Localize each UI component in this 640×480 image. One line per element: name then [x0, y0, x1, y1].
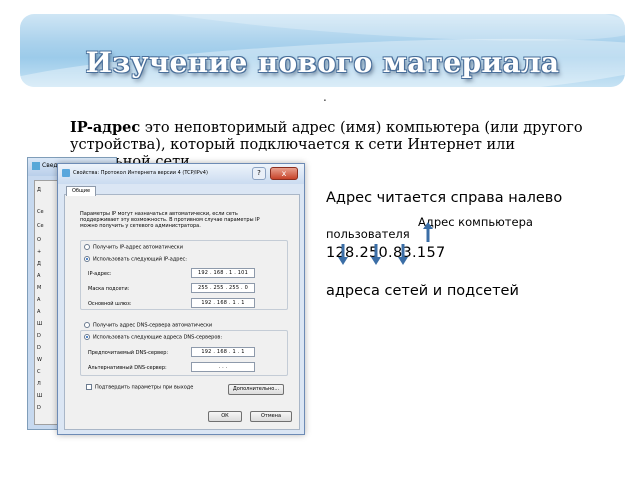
arrow-down-icon [398, 244, 408, 265]
back-glyph: О [37, 237, 41, 243]
dns2-input[interactable]: . . . [191, 362, 255, 372]
validate-checkbox[interactable]: Подтвердить параметры при выходе [86, 384, 193, 391]
gateway-input[interactable]: 192 . 168 . 1 . 1 [191, 298, 255, 308]
radio-circle [84, 334, 90, 340]
back-glyph: D [37, 345, 41, 351]
radio-label: Использовать следующий IP-адрес: [93, 256, 187, 263]
radio-circle [84, 322, 90, 328]
back-glyph: A [37, 273, 41, 279]
ok-button[interactable]: ОК [208, 411, 242, 422]
networks-note: адреса сетей и подсетей [326, 283, 519, 299]
arrow-up-icon [423, 222, 433, 242]
cancel-button[interactable]: Отмена [250, 411, 292, 422]
dialog-title: Свойства: Протокол Интернета версии 4 (T… [73, 170, 208, 176]
radio-auto-ip[interactable]: Получить IP-адрес автоматически [84, 244, 183, 251]
back-glyph: Л [37, 381, 41, 387]
radio-label: Получить IP-адрес автоматически [93, 244, 183, 251]
network-icon [32, 162, 40, 170]
arrow-head [423, 222, 433, 229]
radio-manual-dns[interactable]: Использовать следующие адреса DNS-сервер… [84, 334, 222, 341]
back-glyph: + [37, 249, 42, 255]
close-button[interactable]: x [270, 167, 298, 180]
label-mask: Маска подсети: [88, 286, 130, 292]
back-window-title: Свед [42, 162, 58, 169]
back-glyph: A [37, 309, 41, 315]
back-glyph: Се [37, 209, 44, 215]
tab-general[interactable]: Общие [66, 186, 96, 196]
dialog-description: Параметры IP могут назначаться автоматич… [80, 211, 260, 229]
back-glyph: D [37, 333, 41, 339]
back-glyph: Ш [37, 321, 43, 327]
tcpip-dialog: Свойства: Протокол Интернета версии 4 (T… [57, 163, 305, 435]
arrow-down-icon [338, 244, 348, 265]
reading-note: Адрес читается справа налево [326, 190, 563, 206]
label-dns1: Предпочитаемый DNS-сервер: [88, 350, 169, 356]
slide-title: Изучение нового материала [85, 46, 560, 79]
intro-term: IP-адрес [70, 119, 141, 136]
user-address-note-line1: Адрес компьютера [418, 215, 533, 229]
label-ip: IP-адрес: [88, 271, 112, 277]
radio-auto-dns[interactable]: Получить адрес DNS-сервера автоматически [84, 322, 212, 329]
radio-circle [84, 244, 90, 250]
arrow-down-icon [371, 244, 381, 265]
radio-circle [84, 256, 90, 262]
dialog-titlebar: Свойства: Протокол Интернета версии 4 (T… [58, 164, 304, 184]
back-glyph: D [37, 405, 41, 411]
help-button[interactable]: ? [252, 167, 266, 180]
checkbox-label: Подтвердить параметры при выходе [95, 384, 194, 391]
back-glyph: C [37, 369, 41, 375]
radio-manual-ip[interactable]: Использовать следующий IP-адрес: [84, 256, 187, 263]
back-glyph: Д [37, 187, 41, 193]
user-address-note-line2: пользователя [326, 227, 410, 241]
network-icon [62, 169, 70, 177]
radio-label: Получить адрес DNS-сервера автоматически [93, 322, 213, 329]
back-glyph: Ш [37, 393, 43, 399]
back-glyph: M [37, 285, 42, 291]
title-banner: Изучение нового материала [20, 14, 625, 87]
dot-marker: . [323, 90, 327, 104]
dns1-input[interactable]: 192 . 168 . 1 . 1 [191, 347, 255, 357]
ip-input[interactable]: 192 . 168 . 1 . 101 [191, 268, 255, 278]
radio-label: Использовать следующие адреса DNS-сервер… [93, 334, 223, 341]
advanced-button[interactable]: Дополнительно... [228, 384, 284, 395]
back-glyph: Се [37, 223, 44, 229]
mask-input[interactable]: 255 . 255 . 255 . 0 [191, 283, 255, 293]
back-glyph: Д [37, 261, 41, 267]
checkbox-box [86, 384, 92, 390]
label-gateway: Основной шлюз: [88, 301, 132, 307]
arrow-head [398, 257, 408, 265]
label-dns2: Альтернативный DNS-сервер: [88, 365, 167, 371]
back-glyph: W [37, 357, 42, 363]
arrow-head [371, 257, 381, 265]
back-glyph: A [37, 297, 41, 303]
arrow-head [338, 257, 348, 265]
